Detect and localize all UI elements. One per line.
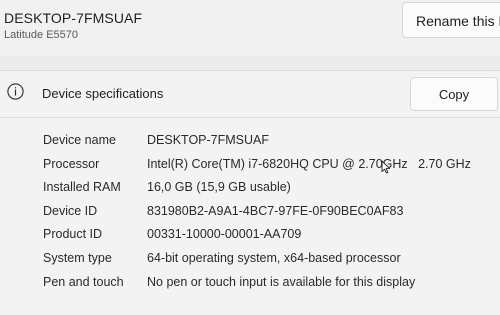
device-model: Latitude E5570 <box>4 29 79 41</box>
spec-value[interactable]: No pen or touch input is available for t… <box>147 275 415 289</box>
spec-value[interactable]: 64-bit operating system, x64-based proce… <box>147 251 401 265</box>
spec-row-device-id: Device ID 831980B2-A9A1-4BC7-97FE-0F90BE… <box>0 202 500 226</box>
info-icon <box>7 83 24 100</box>
spec-row-device-name: Device name DESKTOP-7FMSUAF <box>0 131 500 155</box>
device-specifications-title: Device specifications <box>42 86 164 101</box>
spec-label: Product ID <box>43 227 103 242</box>
device-header: DESKTOP-7FMSUAF Latitude E5570 Rename th… <box>0 0 500 56</box>
spec-row-system-type: System type 64-bit operating system, x64… <box>0 249 500 273</box>
divider <box>0 117 500 118</box>
spec-label: Device ID <box>43 203 98 218</box>
device-specifications-card: Device specifications Copy Device name D… <box>0 70 500 315</box>
device-name-heading: DESKTOP-7FMSUAF <box>4 10 143 26</box>
spec-value[interactable]: 16,0 GB (15,9 GB usable) <box>147 180 291 194</box>
rename-pc-button[interactable]: Rename this PC <box>402 2 500 38</box>
spec-label: System type <box>43 250 112 265</box>
mouse-cursor-icon <box>381 160 391 174</box>
spec-value[interactable]: 831980B2-A9A1-4BC7-97FE-0F90BEC0AF83 <box>147 204 403 218</box>
copy-button[interactable]: Copy <box>410 77 498 111</box>
specs-list: Device name DESKTOP-7FMSUAF Processor In… <box>0 131 500 296</box>
spec-row-installed-ram: Installed RAM 16,0 GB (15,9 GB usable) <box>0 178 500 202</box>
spec-value[interactable]: Intel(R) Core(TM) i7-6820HQ CPU @ 2.70GH… <box>147 157 471 171</box>
spec-value[interactable]: 00331-10000-00001-AA709 <box>147 227 301 241</box>
spec-row-product-id: Product ID 00331-10000-00001-AA709 <box>0 225 500 249</box>
device-specifications-header[interactable]: Device specifications Copy <box>0 71 500 117</box>
spec-label: Processor <box>43 156 100 171</box>
spec-value[interactable]: DESKTOP-7FMSUAF <box>147 133 269 147</box>
spec-label: Installed RAM <box>43 180 121 195</box>
spec-row-processor: Processor Intel(R) Core(TM) i7-6820HQ CP… <box>0 155 500 179</box>
spec-label: Device name <box>43 133 116 147</box>
spec-row-pen-and-touch: Pen and touch No pen or touch input is a… <box>0 273 500 297</box>
spec-label: Pen and touch <box>43 274 124 289</box>
